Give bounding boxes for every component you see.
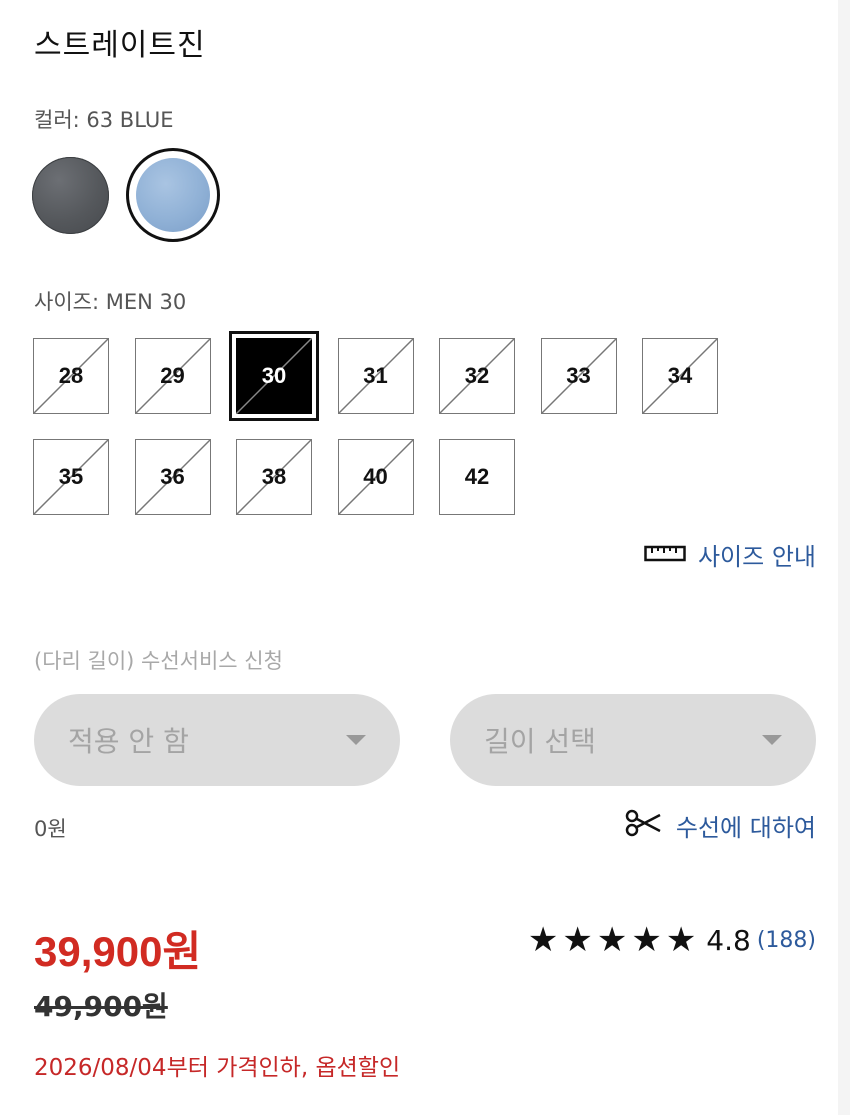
size-option-label: 31 [363,363,388,388]
chevron-down-icon [346,735,366,745]
color-swatch-light-blue[interactable] [136,158,210,232]
size-guide-label: 사이즈 안내 [697,543,816,571]
sale-price: 39,900원 [34,928,202,975]
size-option-42[interactable]: 42 [439,439,515,515]
size-option-label: 30 [261,363,287,388]
review-count-link[interactable]: (188) [757,928,816,953]
rating-score: 4.8 [706,923,751,957]
size-option-label: 38 [261,464,287,489]
size-option-label: 40 [363,464,388,489]
product-title: 스트레이트진 [34,28,206,63]
size-guide-link[interactable]: 사이즈 안내 [644,537,816,572]
hemming-apply-value: 적용 안 함 [68,725,189,758]
size-option-label: 35 [58,464,84,489]
size-option-40[interactable]: 40 [337,439,414,515]
original-price: 49,900원 [34,990,168,1023]
rating-stars-icon: ★★★★★ [527,920,701,960]
size-option-label: 33 [566,363,591,388]
scroll-edge [838,0,850,1115]
size-option-label: 29 [160,363,185,388]
hemming-info-label: 수선에 대하여 [675,814,816,842]
size-option-31[interactable]: 31 [337,338,414,414]
size-option-28[interactable]: 28 [33,338,109,414]
size-option-label: 34 [667,363,693,388]
color-label: 컬러: 63 BLUE [34,108,174,132]
promo-text: 2026/08/04부터 가격인하, 옵션할인 [34,1055,401,1081]
size-option-35[interactable]: 35 [33,439,109,515]
size-option-29[interactable]: 29 [134,338,211,414]
hemming-info-link[interactable]: 수선에 대하여 [624,808,816,843]
size-option-30[interactable]: 30 [229,331,319,421]
size-option-36[interactable]: 36 [134,439,211,515]
scissors-icon [624,809,662,843]
size-option-label: 32 [464,363,490,388]
size-option-label: 28 [58,363,84,388]
chevron-down-icon [762,735,782,745]
size-option-33[interactable]: 33 [540,338,617,414]
hemming-length-value: 길이 선택 [484,725,596,758]
ruler-icon [644,541,686,569]
hemming-price: 0원 [34,817,67,841]
size-label: 사이즈: MEN 30 [34,290,187,314]
hemming-length-select[interactable]: 길이 선택 [450,694,816,786]
size-option-32[interactable]: 32 [439,338,515,414]
hemming-service-label: (다리 길이) 수선서비스 신청 [34,649,283,673]
size-option-label: 36 [160,464,185,489]
hemming-apply-select[interactable]: 적용 안 함 [34,694,400,786]
size-option-34[interactable]: 34 [642,338,718,414]
product-rating[interactable]: ★★★★★ 4.8 (188) [528,920,816,960]
size-option-38[interactable]: 38 [236,439,312,515]
color-swatch-dark-gray[interactable] [32,157,109,234]
size-option-label: 42 [464,464,490,489]
